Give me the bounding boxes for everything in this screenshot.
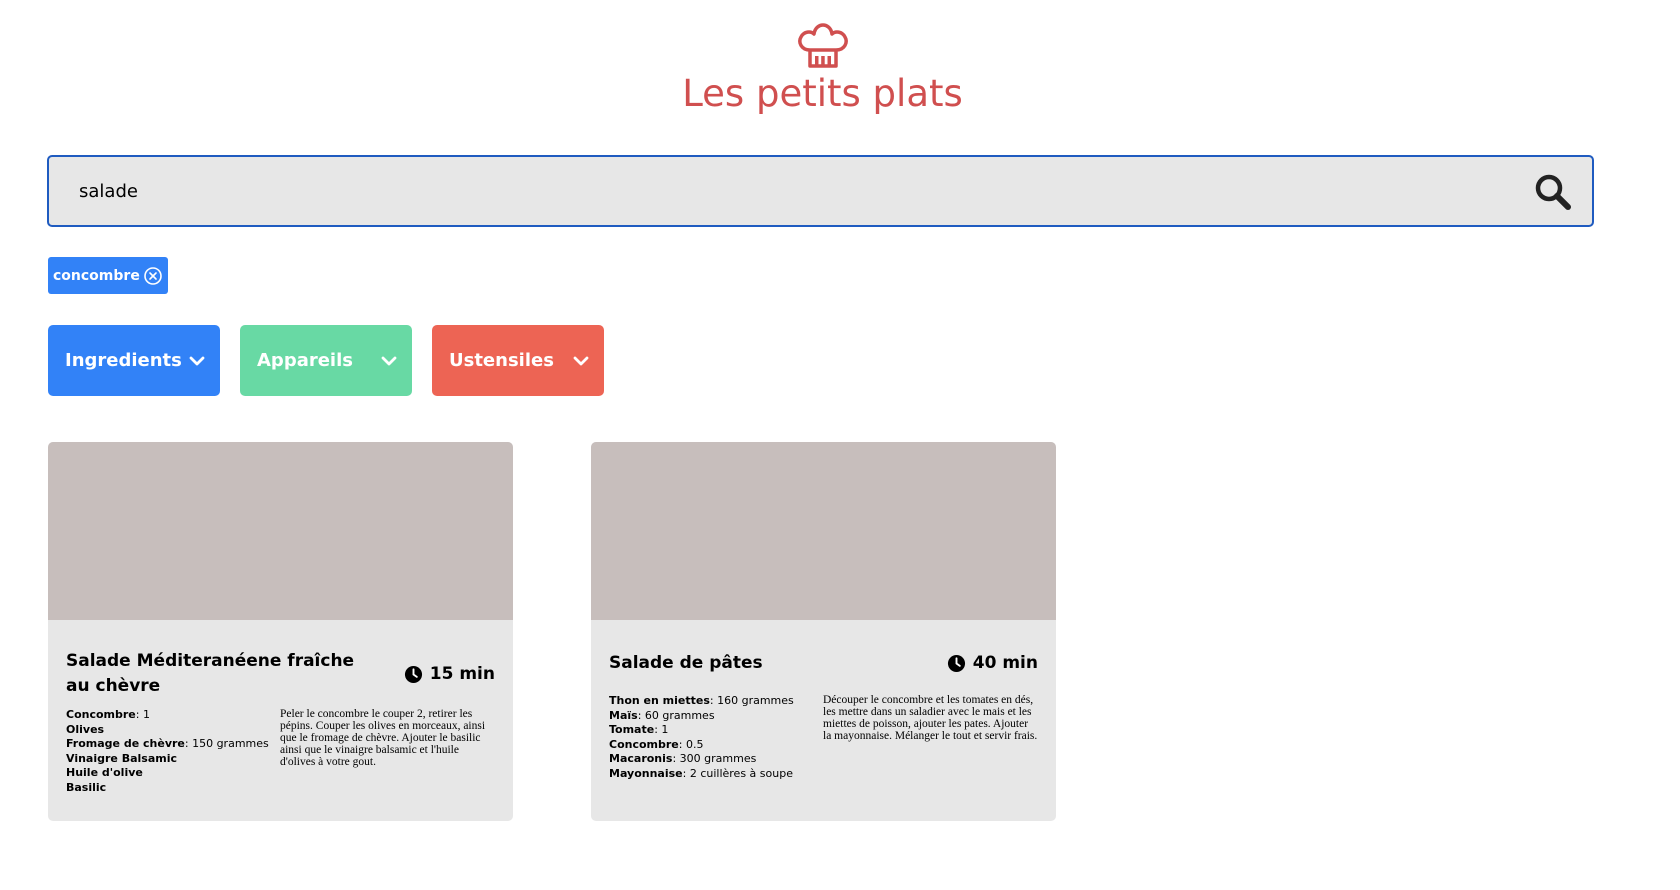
ingredient-name: Basilic bbox=[66, 780, 107, 794]
ingredient-item: Vinaigre Balsamic bbox=[66, 752, 280, 767]
recipe-header: Salade de pâtes 40 min bbox=[609, 648, 1038, 678]
recipe-image bbox=[591, 442, 1056, 620]
recipe-title: Salade Méditeranéene fraîche au chèvre bbox=[66, 651, 355, 696]
ingredient-item: Basilic bbox=[66, 781, 280, 796]
ingredient-qty: : 150 grammes bbox=[184, 737, 269, 750]
search-bar bbox=[47, 155, 1594, 227]
recipe-card[interactable]: Salade de pâtes 40 min Thon en miettes: … bbox=[591, 442, 1056, 821]
recipe-title: Salade de pâtes bbox=[609, 652, 763, 673]
chevron-down-icon bbox=[189, 356, 205, 365]
recipe-description: Découper le concombre et les tomates en … bbox=[823, 694, 1038, 742]
clock-icon bbox=[404, 665, 422, 683]
recipe-description: Peler le concombre le couper 2, retirer … bbox=[280, 708, 486, 768]
recipe-content: Concombre: 1 Olives Fromage de chèvre: 1… bbox=[66, 708, 495, 795]
recipe-time-value: 15 min bbox=[429, 664, 495, 684]
ingredient-item: Concombre: 1 bbox=[66, 708, 280, 723]
ingredient-item: Thon en miettes: 160 grammes bbox=[609, 694, 823, 709]
ingredient-qty: : 300 grammes bbox=[672, 752, 757, 765]
ingredient-item: Tomate: 1 bbox=[609, 723, 823, 738]
ingredient-qty: : 2 cuillères à soupe bbox=[682, 766, 793, 780]
recipe-card[interactable]: Salade Méditeranéene fraîche au chèvre 1… bbox=[48, 442, 513, 821]
ingredient-name: Mayonnaise bbox=[609, 766, 683, 780]
ingredient-name: Fromage de chèvre bbox=[66, 737, 185, 750]
clock-icon bbox=[947, 654, 965, 672]
page: Les petits plats concombre Ingredients A… bbox=[0, 0, 1680, 890]
selected-tags: concombre bbox=[48, 257, 168, 294]
ingredient-item: Mayonnaise: 2 cuillères à soupe bbox=[609, 767, 823, 782]
chevron-down-icon bbox=[381, 356, 397, 365]
ingredients-dropdown[interactable]: Ingredients bbox=[48, 325, 220, 396]
recipe-time: 40 min bbox=[947, 653, 1038, 673]
ingredient-qty: : 1 bbox=[135, 708, 150, 721]
recipe-body: Salade de pâtes 40 min Thon en miettes: … bbox=[591, 620, 1056, 781]
search-icon[interactable] bbox=[1534, 173, 1572, 211]
recipe-time: 15 min bbox=[404, 664, 495, 684]
ingredient-qty: : 160 grammes bbox=[709, 694, 794, 707]
ingredient-name: Thon en miettes bbox=[609, 694, 710, 707]
ingredient-item: Maïs: 60 grammes bbox=[609, 709, 823, 724]
recipe-header: Salade Méditeranéene fraîche au chèvre 1… bbox=[66, 648, 495, 700]
site-header: Les petits plats bbox=[0, 22, 1645, 115]
ingredient-name: Macaronis bbox=[609, 752, 673, 765]
ingredients-list: Thon en miettes: 160 grammes Maïs: 60 gr… bbox=[609, 694, 823, 781]
tag-label: concombre bbox=[53, 267, 140, 284]
site-title: Les petits plats bbox=[682, 72, 963, 115]
ingredient-item: Concombre: 0.5 bbox=[609, 738, 823, 753]
dropdown-label: Ustensiles bbox=[449, 350, 554, 371]
recipe-cards: Salade Méditeranéene fraîche au chèvre 1… bbox=[48, 442, 1056, 821]
recipe-body: Salade Méditeranéene fraîche au chèvre 1… bbox=[48, 620, 513, 795]
dropdown-label: Ingredients bbox=[65, 350, 182, 371]
ingredient-item: Macaronis: 300 grammes bbox=[609, 752, 823, 767]
recipe-content: Thon en miettes: 160 grammes Maïs: 60 gr… bbox=[609, 694, 1038, 781]
ingredient-name: Concombre bbox=[609, 737, 679, 751]
chef-hat-icon bbox=[797, 23, 848, 68]
ingredient-qty: : 1 bbox=[654, 723, 669, 736]
ingredients-list: Concombre: 1 Olives Fromage de chèvre: 1… bbox=[66, 708, 280, 795]
ingredient-qty: : 0.5 bbox=[678, 737, 704, 751]
ingredient-name: Concombre bbox=[66, 708, 136, 721]
ingredient-name: Maïs bbox=[609, 708, 638, 722]
recipe-time-value: 40 min bbox=[972, 653, 1038, 673]
recipe-image bbox=[48, 442, 513, 620]
ingredient-item: Fromage de chèvre: 150 grammes bbox=[66, 737, 280, 752]
appareils-dropdown[interactable]: Appareils bbox=[240, 325, 412, 396]
ingredient-qty: : 60 grammes bbox=[637, 708, 715, 722]
close-circle-icon[interactable] bbox=[143, 266, 163, 286]
ustensiles-dropdown[interactable]: Ustensiles bbox=[432, 325, 604, 396]
filter-bar: Ingredients Appareils Ustensiles bbox=[48, 325, 604, 396]
ingredient-item: Huile d'olive bbox=[66, 766, 280, 781]
search-input[interactable] bbox=[79, 157, 1479, 225]
ingredient-item: Olives bbox=[66, 723, 280, 738]
ingredient-name: Huile d'olive bbox=[66, 766, 143, 779]
ingredient-name: Tomate bbox=[609, 723, 655, 736]
tag-concombre[interactable]: concombre bbox=[48, 257, 168, 294]
ingredient-name: Vinaigre Balsamic bbox=[66, 751, 178, 765]
dropdown-label: Appareils bbox=[257, 350, 353, 371]
ingredient-name: Olives bbox=[66, 722, 105, 736]
chevron-down-icon bbox=[573, 356, 589, 365]
